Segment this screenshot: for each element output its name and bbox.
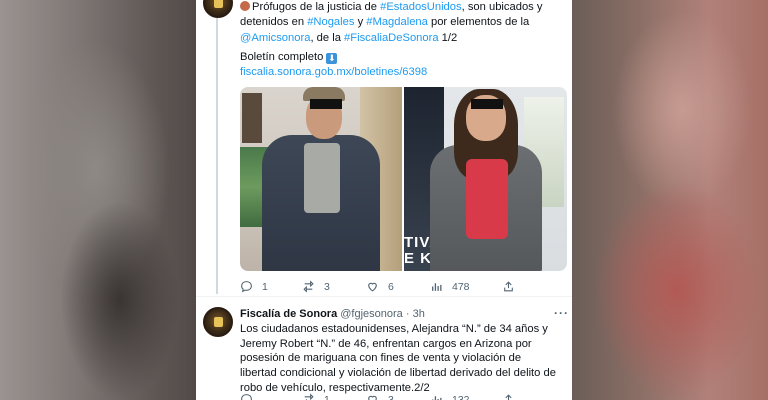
more-options-button[interactable]: ··· <box>554 306 569 320</box>
share-icon <box>504 281 513 292</box>
retweet-icon <box>304 393 314 400</box>
views-button[interactable]: 132 <box>430 393 470 400</box>
emoji-icon <box>240 1 250 11</box>
tweet-thread-card: Prófugos de la justicia de #EstadosUnido… <box>196 0 572 400</box>
boletin-link[interactable]: fiscalia.sonora.gob.mx/boletines/6398 <box>240 66 427 78</box>
share-button[interactable] <box>502 280 515 293</box>
like-button[interactable]: 6 <box>366 280 394 293</box>
censor-bar <box>310 99 342 109</box>
author-name[interactable]: Fiscalía de Sonora <box>240 308 337 320</box>
tweet-header: Fiscalía de Sonora @fgjesonora · 3h <box>240 308 425 320</box>
tweet-actions: 1 3 132 <box>240 393 570 400</box>
media-attachment[interactable]: TIVA E KIN <box>240 87 567 271</box>
reply-icon <box>241 281 252 293</box>
hashtag-link[interactable]: #FiscaliaDeSonora <box>344 32 439 44</box>
reply-button[interactable]: 1 <box>240 280 268 293</box>
reply-button[interactable] <box>240 393 262 400</box>
views-button[interactable]: 478 <box>430 280 470 293</box>
bar-chart-icon <box>432 396 442 400</box>
author-handle[interactable]: @fgjesonora <box>340 308 403 320</box>
blurred-background-left <box>0 0 196 400</box>
avatar[interactable] <box>203 307 233 337</box>
heart-icon <box>368 282 377 292</box>
censor-bar <box>471 99 503 109</box>
photo-left[interactable] <box>240 87 402 271</box>
retweet-icon <box>303 280 314 293</box>
blurred-background-right <box>572 0 768 400</box>
boletin-label: Boletín completo ⬇ <box>240 51 338 64</box>
hashtag-link[interactable]: #Magdalena <box>366 16 428 28</box>
hashtag-link[interactable]: #EstadosUnidos <box>380 1 461 13</box>
mention-link[interactable]: @Amicsonora <box>240 32 310 44</box>
down-arrow-icon: ⬇ <box>326 53 338 64</box>
hashtag-link[interactable]: #Nogales <box>307 16 354 28</box>
share-button[interactable] <box>502 393 515 400</box>
photo-right[interactable]: TIVA E KIN <box>404 87 567 271</box>
thread-connector-line <box>216 18 218 294</box>
reply-icon <box>241 394 252 400</box>
share-icon <box>505 394 512 400</box>
heart-icon <box>368 395 377 400</box>
tweet-text: Los ciudadanos estadounidenses, Alejandr… <box>240 323 556 394</box>
timestamp[interactable]: · 3h <box>406 308 425 320</box>
divider <box>196 296 572 297</box>
tweet-actions: 1 3 6 478 <box>240 280 570 294</box>
avatar[interactable] <box>203 0 233 18</box>
bar-chart-icon <box>432 283 442 291</box>
retweet-button[interactable]: 3 <box>302 280 330 293</box>
tweet-text: Prófugos de la justicia de #EstadosUnido… <box>240 1 543 44</box>
like-button[interactable]: 3 <box>366 393 394 400</box>
retweet-button[interactable]: 1 <box>302 393 330 400</box>
